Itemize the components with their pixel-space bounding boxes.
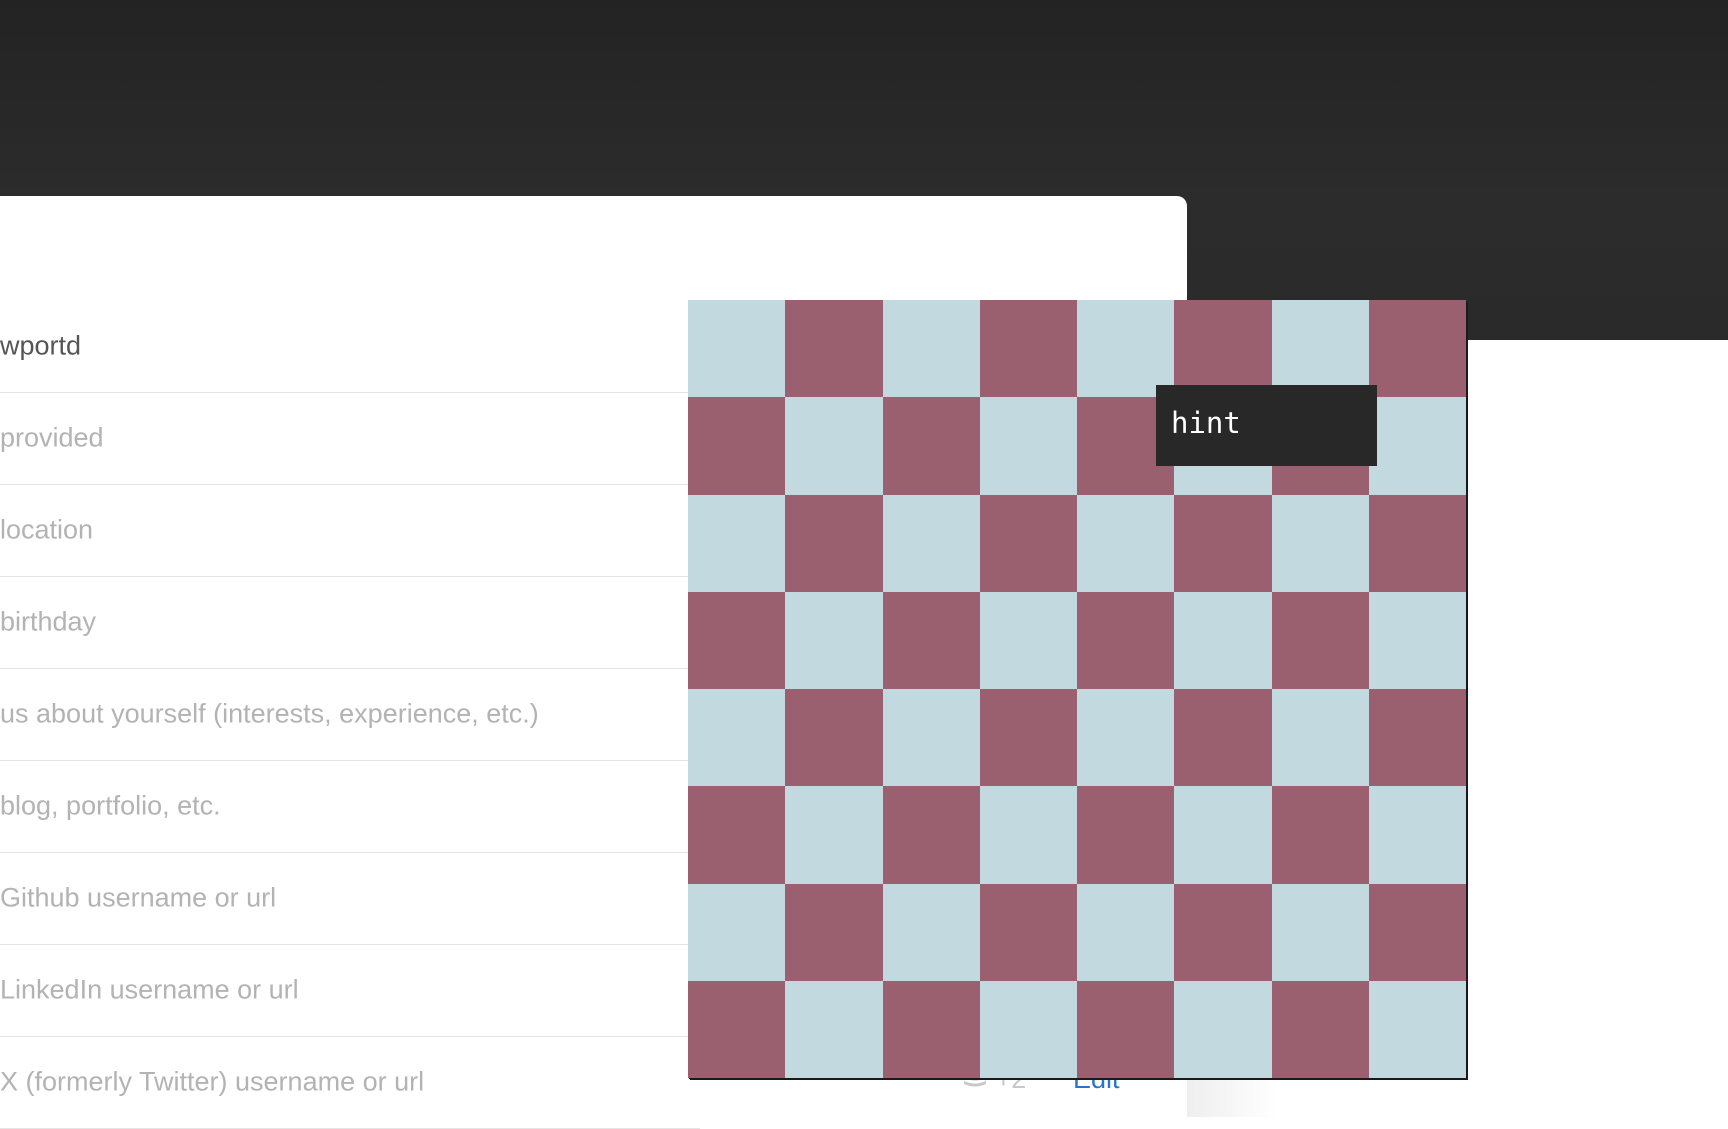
board-square[interactable]	[1077, 883, 1175, 981]
field-placeholder: birthday	[0, 606, 97, 637]
board-square[interactable]	[1271, 883, 1369, 981]
field-placeholder: blog, portfolio, etc.	[0, 790, 221, 821]
form-row[interactable]: LinkedIn username or url	[0, 944, 700, 1037]
board-square[interactable]	[882, 591, 980, 689]
board-square[interactable]	[688, 397, 786, 495]
board-square[interactable]	[688, 689, 786, 787]
board-square[interactable]	[785, 397, 883, 495]
board-square[interactable]	[785, 980, 883, 1078]
board-square[interactable]	[979, 689, 1077, 787]
field-placeholder: Github username or url	[0, 882, 277, 913]
board-square[interactable]	[688, 300, 786, 398]
board-square[interactable]	[1368, 689, 1466, 787]
field-placeholder: LinkedIn username or url	[0, 974, 299, 1005]
board-square[interactable]	[1271, 591, 1369, 689]
field-value: wportd	[0, 330, 82, 361]
board-square[interactable]	[979, 397, 1077, 495]
board-square[interactable]	[785, 300, 883, 398]
board-square[interactable]	[1174, 591, 1272, 689]
board-square[interactable]	[1077, 591, 1175, 689]
board-square[interactable]	[785, 494, 883, 592]
board-square[interactable]	[1077, 494, 1175, 592]
board-square[interactable]	[1368, 494, 1466, 592]
board-square[interactable]	[882, 494, 980, 592]
board-square[interactable]	[979, 300, 1077, 398]
form-row[interactable]: X (formerly Twitter) username or url	[0, 1036, 700, 1129]
hint-text: hint	[1171, 406, 1241, 440]
board-square[interactable]	[688, 980, 786, 1078]
field-placeholder: us about yourself (interests, experience…	[0, 698, 539, 729]
board-square[interactable]	[688, 786, 786, 884]
board-square[interactable]	[785, 689, 883, 787]
board-square[interactable]	[979, 786, 1077, 884]
board-square[interactable]	[979, 494, 1077, 592]
board-square[interactable]	[785, 591, 883, 689]
board-square[interactable]	[1368, 786, 1466, 884]
board-square[interactable]	[882, 689, 980, 787]
form-row[interactable]: us about yourself (interests, experience…	[0, 668, 700, 761]
board-square[interactable]	[1174, 494, 1272, 592]
board-square[interactable]	[1077, 300, 1175, 398]
board-square[interactable]	[785, 786, 883, 884]
board-square[interactable]	[688, 494, 786, 592]
board-square[interactable]	[1271, 786, 1369, 884]
board-square[interactable]	[1368, 883, 1466, 981]
board-square[interactable]	[1271, 980, 1369, 1078]
board-square[interactable]	[1077, 689, 1175, 787]
board-square[interactable]	[785, 883, 883, 981]
hint-tooltip: hint	[1156, 385, 1377, 466]
board-square[interactable]	[1368, 397, 1466, 495]
board-square[interactable]	[882, 786, 980, 884]
board-square[interactable]	[1368, 300, 1466, 398]
board-square[interactable]	[1368, 591, 1466, 689]
board-square[interactable]	[1174, 883, 1272, 981]
board-square[interactable]	[1174, 786, 1272, 884]
board-square[interactable]	[1271, 300, 1369, 398]
board-square[interactable]	[1174, 689, 1272, 787]
form-row[interactable]: location	[0, 484, 700, 577]
board-square[interactable]	[1077, 786, 1175, 884]
board-square[interactable]	[1174, 980, 1272, 1078]
board-square[interactable]	[1174, 300, 1272, 398]
board-square[interactable]	[1077, 980, 1175, 1078]
form-row[interactable]: wportd	[0, 300, 700, 393]
field-placeholder: location	[0, 514, 94, 545]
board-square[interactable]	[688, 883, 786, 981]
board-square[interactable]	[882, 980, 980, 1078]
form-row[interactable]: blog, portfolio, etc.	[0, 760, 700, 853]
board-square[interactable]	[882, 397, 980, 495]
field-placeholder: X (formerly Twitter) username or url	[0, 1066, 425, 1097]
form-row[interactable]: Github username or url	[0, 852, 700, 945]
board-square[interactable]	[1368, 980, 1466, 1078]
field-placeholder: provided	[0, 422, 104, 453]
board-square[interactable]	[1271, 689, 1369, 787]
board-square[interactable]	[1271, 494, 1369, 592]
board-square[interactable]	[882, 883, 980, 981]
form-row[interactable]: provided	[0, 392, 700, 485]
board-square[interactable]	[688, 591, 786, 689]
board-square[interactable]	[979, 591, 1077, 689]
board-square[interactable]	[979, 883, 1077, 981]
board-square[interactable]	[882, 300, 980, 398]
board-square[interactable]	[979, 980, 1077, 1078]
form-row[interactable]: birthday	[0, 576, 700, 669]
